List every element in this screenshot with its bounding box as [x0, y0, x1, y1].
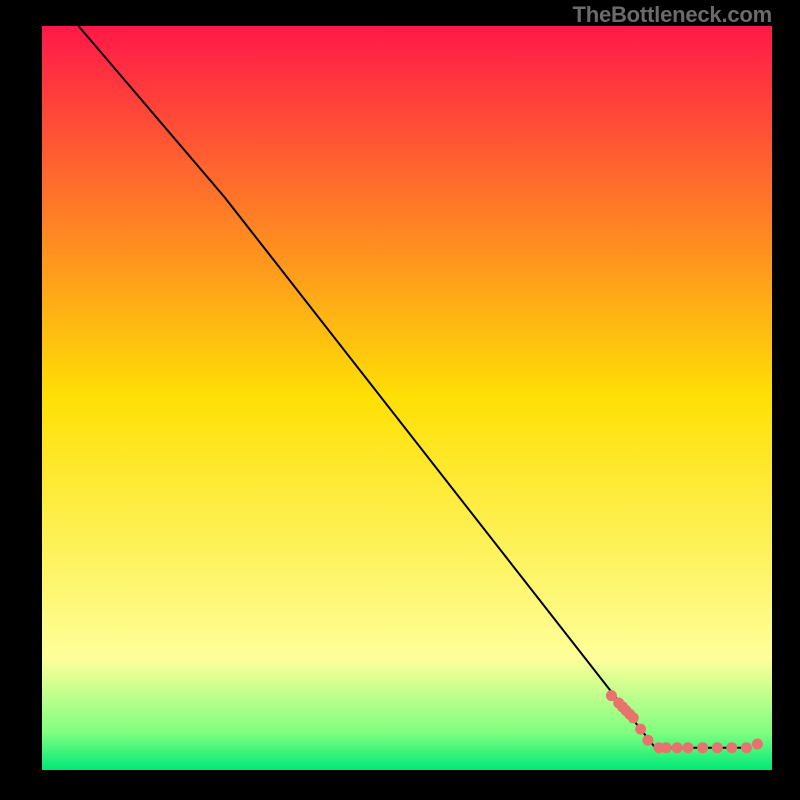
data-point — [726, 742, 737, 753]
data-point — [712, 742, 723, 753]
data-point — [672, 742, 683, 753]
bottleneck-chart — [0, 0, 800, 800]
data-point — [683, 742, 694, 753]
data-point — [642, 735, 653, 746]
data-point — [661, 742, 672, 753]
data-point — [741, 742, 752, 753]
data-point — [697, 742, 708, 753]
chart-container: { "watermark": "TheBottleneck.com", "cha… — [0, 0, 800, 800]
data-point — [752, 739, 763, 750]
gradient-background — [42, 26, 772, 770]
data-point — [635, 724, 646, 735]
data-point — [628, 712, 639, 723]
watermark-text: TheBottleneck.com — [572, 2, 772, 28]
